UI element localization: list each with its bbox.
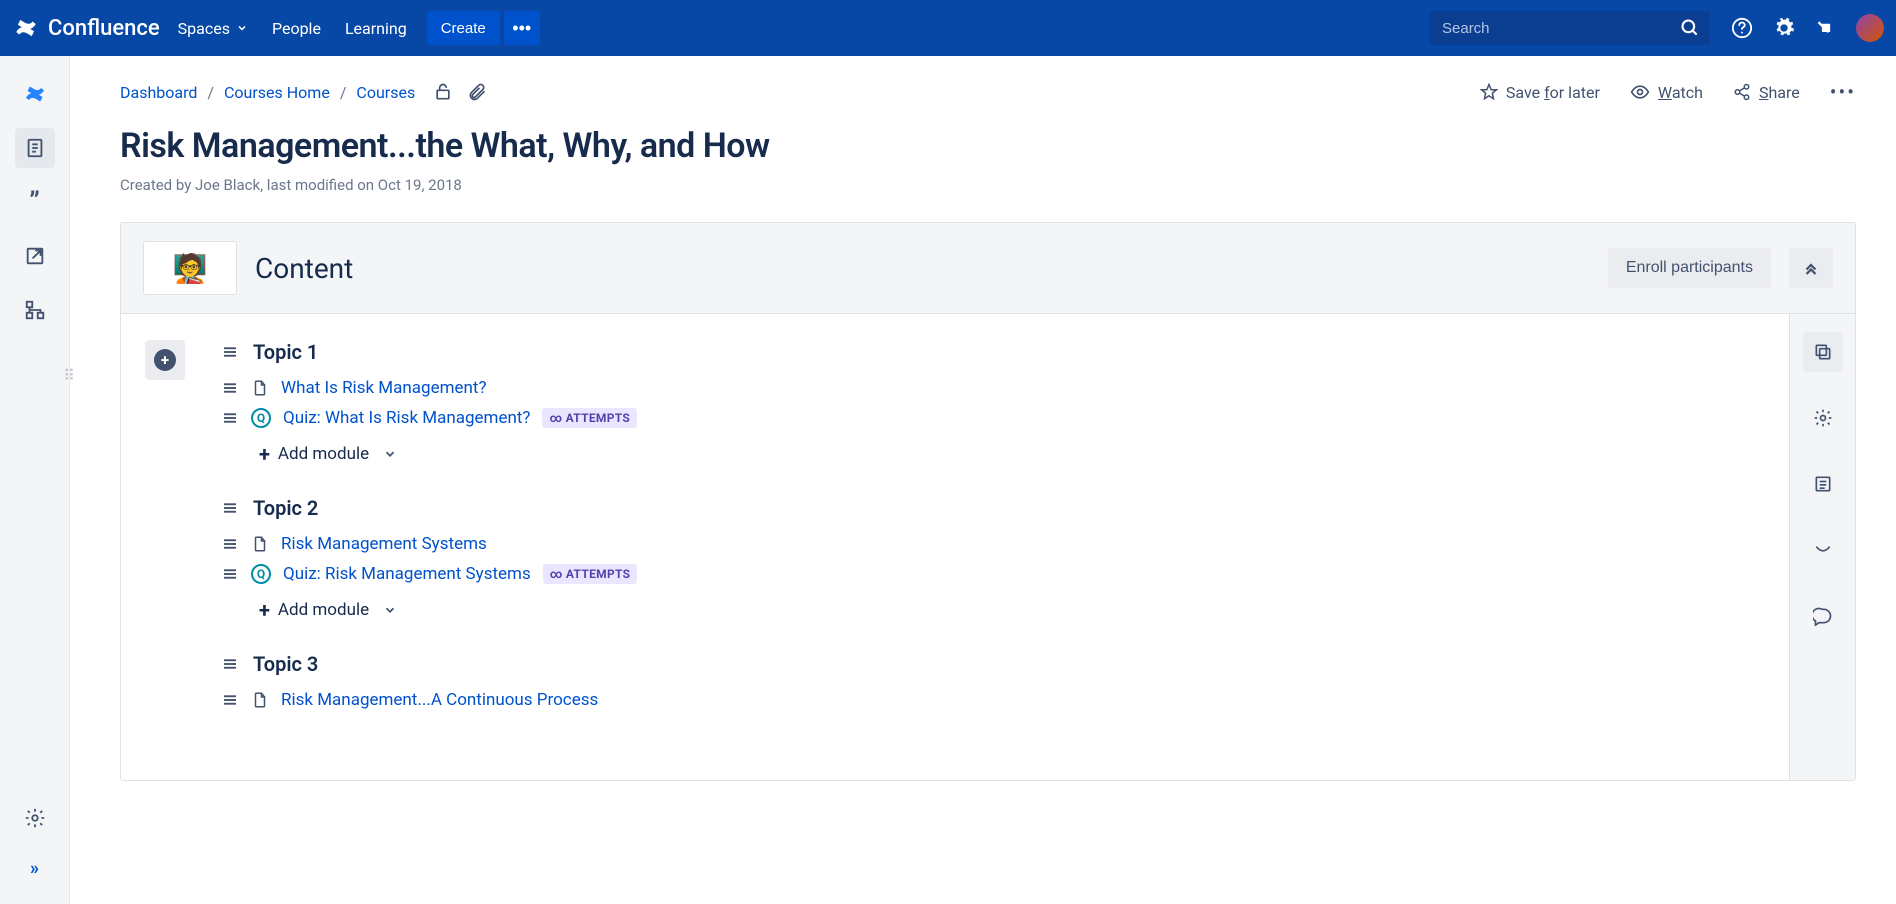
chevron-down-icon <box>383 603 397 617</box>
module-link[interactable]: Risk Management Systems <box>281 534 487 554</box>
panel-title: Content <box>255 252 1590 285</box>
topic-block: Topic 2 Risk Management Systems Q Quiz: Ris… <box>221 496 1765 622</box>
rail-expand-icon[interactable]: » <box>15 848 55 888</box>
brand-label: Confluence <box>48 16 160 41</box>
chevron-down-icon <box>383 447 397 461</box>
drag-handle-icon[interactable] <box>221 409 239 427</box>
create-button[interactable]: Create <box>427 11 500 45</box>
bc-courses-home[interactable]: Courses Home <box>224 83 330 102</box>
confluence-icon <box>12 14 40 42</box>
confluence-logo[interactable]: Confluence <box>12 14 160 42</box>
panel-header: 🧑‍🏫 Content Enroll participants <box>121 223 1855 314</box>
top-navbar: Confluence Spaces People Learning Create… <box>0 0 1896 56</box>
watch-button[interactable]: Watch <box>1630 82 1703 102</box>
drag-handle-icon[interactable] <box>221 499 239 517</box>
restrictions-icon[interactable] <box>433 82 453 102</box>
attachments-icon[interactable] <box>467 82 487 102</box>
share-button[interactable]: Share <box>1733 83 1800 102</box>
help-icon[interactable] <box>1730 16 1754 40</box>
side-settings-icon[interactable] <box>1803 398 1843 438</box>
topic-title: Topic 1 <box>253 340 318 364</box>
attempts-badge: ∞ ATTEMPTS <box>543 564 638 584</box>
bc-dashboard[interactable]: Dashboard <box>120 83 197 102</box>
nav-spaces[interactable]: Spaces <box>178 19 248 38</box>
top-icon-row <box>1730 14 1884 42</box>
attempts-badge: ∞ ATTEMPTS <box>542 408 637 428</box>
user-avatar[interactable] <box>1856 14 1884 42</box>
page-icon <box>251 535 269 553</box>
bc-courses[interactable]: Courses <box>356 83 415 102</box>
module-row: Risk Management Systems <box>221 534 1765 554</box>
rail-page-icon[interactable] <box>15 128 55 168</box>
topic-block: Topic 1 What Is Risk Management? Q Quiz: Wh… <box>221 340 1765 466</box>
page-icon <box>251 691 269 709</box>
add-topic-button[interactable]: + <box>145 340 185 380</box>
module-link[interactable]: Quiz: What Is Risk Management? <box>283 408 530 428</box>
search-icon <box>1680 18 1700 38</box>
side-comment-icon[interactable] <box>1803 596 1843 636</box>
page-title: Risk Management...the What, Why, and How <box>120 126 1856 166</box>
side-copy-icon[interactable] <box>1803 332 1843 372</box>
rail-tree-icon[interactable] <box>15 290 55 330</box>
add-module-button[interactable]: +Add module <box>259 598 1765 622</box>
rail-shortcut-icon[interactable] <box>15 236 55 276</box>
topic-title: Topic 2 <box>253 496 318 520</box>
module-link[interactable]: What Is Risk Management? <box>281 378 487 398</box>
save-for-later[interactable]: Save for later <box>1480 83 1600 102</box>
rail-quote-icon[interactable]: ” <box>15 182 55 222</box>
content-panel: 🧑‍🏫 Content Enroll participants + Topic … <box>120 222 1856 781</box>
left-rail: ” ⠿ » <box>0 56 70 904</box>
side-list-icon[interactable] <box>1803 464 1843 504</box>
plus-icon: + <box>259 442 270 466</box>
page-actions: Save for later Watch Share ••• <box>1480 80 1856 104</box>
enroll-participants-button[interactable]: Enroll participants <box>1608 248 1771 288</box>
drag-handle-icon[interactable] <box>221 535 239 553</box>
topic-title: Topic 3 <box>253 652 318 676</box>
main-content: Dashboard / Courses Home / Courses <box>70 56 1896 904</box>
chevron-down-icon <box>236 22 248 34</box>
plus-icon: + <box>259 598 270 622</box>
page-icon <box>251 379 269 397</box>
primary-nav: Spaces People Learning <box>178 19 407 38</box>
page-subtitle: Created by Joe Black, last modified on O… <box>120 176 1856 194</box>
module-row: Q Quiz: Risk Management Systems ∞ ATTEMPTS <box>221 564 1765 584</box>
breadcrumb-row: Dashboard / Courses Home / Courses <box>120 80 1856 104</box>
share-icon <box>1733 83 1751 101</box>
content-area: + Topic 1 What Is Risk Management? Q Quiz: … <box>121 314 1789 780</box>
module-link[interactable]: Quiz: Risk Management Systems <box>283 564 531 584</box>
module-link[interactable]: Risk Management...A Continuous Process <box>281 690 598 710</box>
eye-icon <box>1630 82 1650 102</box>
side-smile-icon[interactable] <box>1803 530 1843 570</box>
drag-handle-icon[interactable] <box>221 691 239 709</box>
nav-learning[interactable]: Learning <box>345 19 407 38</box>
rail-confluence-icon[interactable] <box>15 74 55 114</box>
module-row: Risk Management...A Continuous Process <box>221 690 1765 710</box>
chevron-double-up-icon <box>1802 259 1820 277</box>
module-row: Q Quiz: What Is Risk Management? ∞ ATTEMPT… <box>221 408 1765 428</box>
add-module-button[interactable]: +Add module <box>259 442 1765 466</box>
ellipsis-icon: ••• <box>512 18 531 39</box>
module-row: What Is Risk Management? <box>221 378 1765 398</box>
course-thumbnail: 🧑‍🏫 <box>143 241 237 295</box>
quiz-icon: Q <box>251 408 271 428</box>
search-input[interactable] <box>1430 11 1710 45</box>
quiz-icon: Q <box>251 564 271 584</box>
drag-handle-icon[interactable] <box>221 343 239 361</box>
collapse-all-button[interactable] <box>1789 248 1833 288</box>
drag-handle-icon[interactable] <box>221 565 239 583</box>
notifications-icon[interactable] <box>1814 16 1838 40</box>
search-wrapper <box>1430 11 1710 45</box>
panel-side-rail <box>1789 314 1855 780</box>
plus-circle-icon: + <box>154 349 176 371</box>
drag-handle-icon[interactable] <box>221 379 239 397</box>
drag-handle-icon[interactable] <box>221 655 239 673</box>
more-actions-button[interactable]: ••• <box>1830 80 1856 104</box>
create-more-button[interactable]: ••• <box>504 11 540 45</box>
breadcrumb: Dashboard / Courses Home / Courses <box>120 83 415 102</box>
settings-icon[interactable] <box>1772 16 1796 40</box>
nav-people[interactable]: People <box>272 19 321 38</box>
topic-block: Topic 3 Risk Management...A Continuous Pr… <box>221 652 1765 710</box>
rail-space-settings-icon[interactable] <box>15 798 55 838</box>
star-icon <box>1480 83 1498 101</box>
